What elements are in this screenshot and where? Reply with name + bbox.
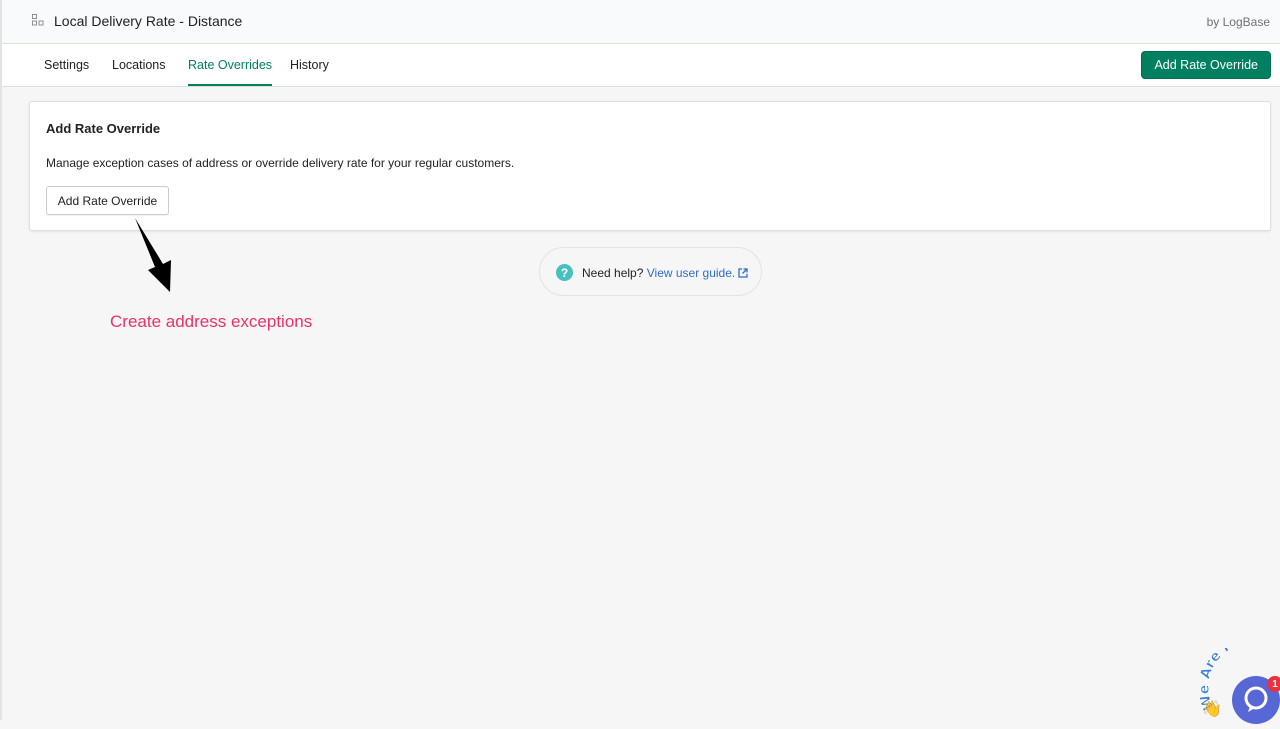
tab-rate-overrides[interactable]: Rate Overrides [188, 44, 273, 86]
help-banner: ? Need help? View user guide. [539, 247, 762, 296]
add-rate-override-button[interactable]: Add Rate Override [46, 186, 169, 215]
waving-hand-icon: 👋 [1202, 700, 1222, 718]
annotation-arrow-icon [135, 218, 171, 292]
app-title: Local Delivery Rate - Distance [54, 13, 243, 29]
tab-history[interactable]: History [290, 44, 329, 86]
add-rate-override-primary-button[interactable]: Add Rate Override [1141, 51, 1271, 79]
app-frame: Local Delivery Rate - Distance by LogBas… [0, 0, 1280, 724]
tab-settings[interactable]: Settings [44, 44, 89, 86]
title-bar: Local Delivery Rate - Distance by LogBas… [2, 0, 1280, 44]
user-guide-link[interactable]: View user guide. [647, 266, 749, 280]
app-grid-icon [32, 14, 44, 26]
unread-count-badge: 1 [1267, 676, 1280, 692]
external-link-icon [738, 268, 748, 278]
nav-bar: Settings Locations Rate Overrides Histor… [2, 44, 1280, 87]
question-icon: ? [556, 264, 573, 281]
card-title: Add Rate Override [46, 121, 161, 136]
user-guide-link-label: View user guide. [646, 266, 736, 280]
add-rate-override-card: Add Rate Override Manage exception cases… [29, 101, 1271, 231]
annotation-text: Create address exceptions [110, 312, 313, 331]
tab-locations[interactable]: Locations [112, 44, 166, 86]
help-text: Need help? View user guide. [582, 266, 748, 280]
card-description: Manage exception cases of address or ove… [46, 156, 515, 170]
developer-byline: by LogBase [1206, 15, 1270, 29]
help-prefix: Need help? [582, 266, 644, 280]
